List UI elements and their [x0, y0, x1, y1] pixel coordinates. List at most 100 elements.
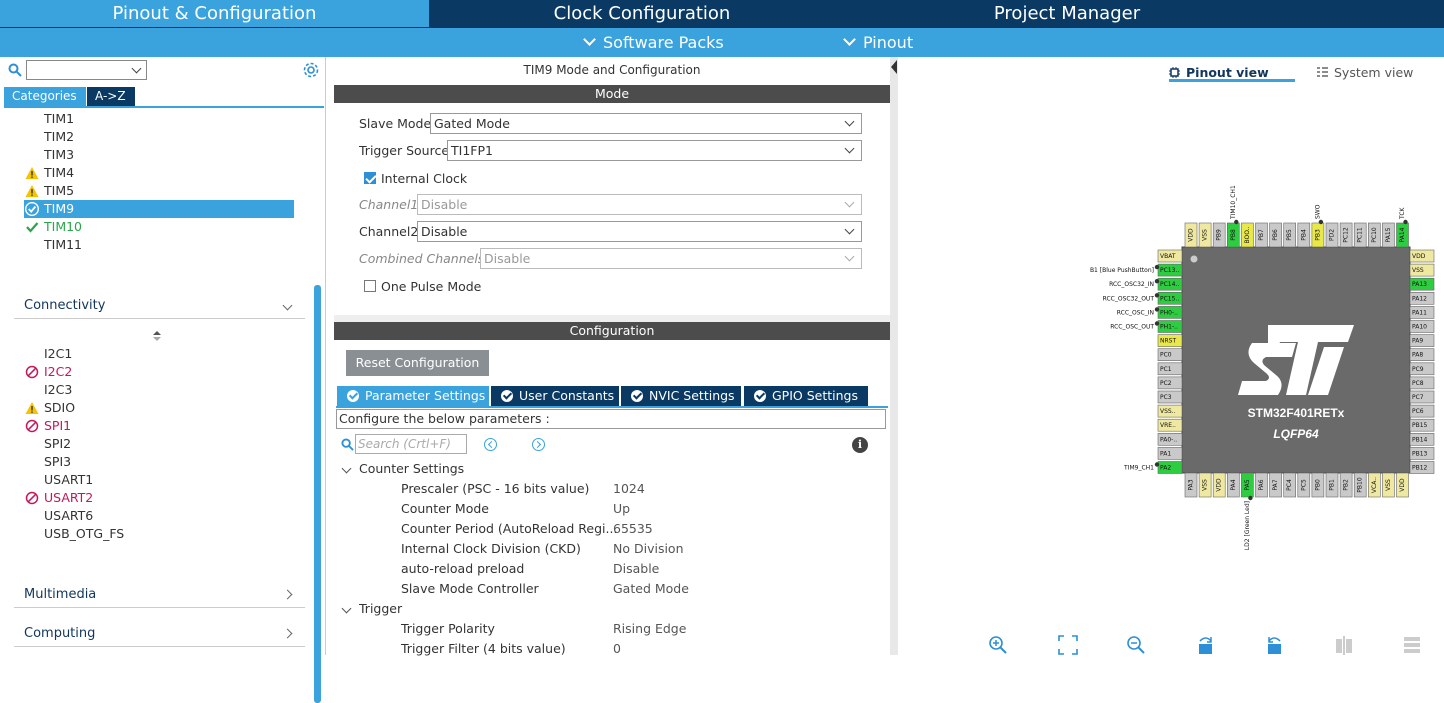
pin-label: PA7 [1272, 479, 1279, 490]
section-connectivity[interactable]: Connectivity [14, 293, 305, 319]
tab-nvic-settings[interactable]: NVIC Settings [621, 386, 741, 406]
check-circle-icon [25, 202, 39, 216]
flip-icon[interactable] [1334, 635, 1354, 655]
pin-label: PA10 [1412, 324, 1427, 331]
warning-icon [25, 167, 39, 179]
pin-label: VSS [1412, 267, 1424, 274]
select-value: TI1FP1 [451, 143, 493, 158]
one-pulse-mode-checkbox[interactable] [364, 280, 376, 292]
tab-project-manager[interactable]: Project Manager [855, 0, 1279, 27]
category-search-input[interactable] [26, 60, 147, 80]
list-item-tim11[interactable]: TIM11 [24, 236, 294, 254]
pin-marker [1154, 321, 1160, 326]
section-computing[interactable]: Computing [14, 621, 305, 647]
param-name: auto-reload preload [401, 561, 525, 576]
slave-mode-select[interactable]: Gated Mode [430, 113, 862, 134]
zoom-in-icon[interactable] [988, 635, 1008, 655]
internal-clock-checkbox[interactable] [364, 172, 376, 184]
splitter[interactable] [890, 57, 898, 655]
pin-label: VDD [1188, 228, 1195, 242]
pin-signal-label: LD2 [Green Led] [1244, 501, 1251, 550]
pin-label: PC3 [1160, 394, 1172, 401]
list-item-i2c1[interactable]: I2C1 [24, 345, 294, 363]
tab-gpio-settings[interactable]: GPIO Settings [744, 386, 868, 406]
list-item-tim3[interactable]: TIM3 [24, 146, 294, 164]
chevron-down-icon [341, 463, 352, 474]
pin-label: PB3 [1314, 229, 1321, 241]
param-row[interactable]: Trigger Filter (4 bits value) 0 [401, 639, 881, 659]
list-item-i2c2[interactable]: I2C2 [24, 363, 294, 381]
software-packs-label: Software Packs [603, 33, 724, 52]
list-item-tim5[interactable]: TIM5 [24, 182, 294, 200]
param-row[interactable]: Internal Clock Division (CKD) No Division [401, 539, 881, 559]
list-item-tim9[interactable]: TIM9 [24, 200, 294, 218]
pin-label: PA12 [1412, 295, 1427, 302]
param-row[interactable]: Prescaler (PSC - 16 bits value) 1024 [401, 479, 881, 499]
section-label: Multimedia [24, 587, 97, 602]
chevron-down-icon [843, 33, 856, 46]
software-packs-menu[interactable]: Software Packs [583, 28, 724, 57]
list-item-spi2[interactable]: SPI2 [24, 435, 294, 453]
list-item-spi3[interactable]: SPI3 [24, 453, 294, 471]
list-item-usart2[interactable]: USART2 [24, 489, 294, 507]
list-item-label: TIM1 [44, 111, 75, 126]
section-label: Connectivity [24, 298, 106, 313]
grid-icon[interactable] [1402, 635, 1422, 655]
next-result-icon[interactable] [532, 438, 545, 451]
fit-icon[interactable] [1058, 635, 1078, 655]
chevron-down-icon [583, 33, 596, 46]
pinout-menu[interactable]: Pinout [843, 28, 913, 57]
channel2-select[interactable]: Disable [417, 221, 862, 242]
pin-label: PB6 [1272, 229, 1279, 241]
rotate-left-icon[interactable] [1264, 635, 1284, 655]
list-item-usart6[interactable]: USART6 [24, 507, 294, 525]
pin-label: PB5 [1286, 229, 1293, 241]
list-item-tim2[interactable]: TIM2 [24, 128, 294, 146]
zoom-out-icon[interactable] [1126, 635, 1146, 655]
tab-parameter-settings[interactable]: Parameter Settings [337, 386, 489, 406]
gear-icon[interactable] [302, 61, 320, 79]
param-name: Counter Period (AutoReload Regi... [401, 521, 618, 536]
param-name: Trigger Filter (4 bits value) [401, 641, 566, 656]
parameter-search-input[interactable]: Search (Crtl+F) [355, 434, 467, 454]
list-item-tim1[interactable]: TIM1 [24, 110, 294, 128]
check-icon [631, 390, 643, 402]
list-item-tim10[interactable]: TIM10 [24, 218, 294, 236]
param-row[interactable]: auto-reload preload Disable [401, 559, 881, 579]
tab-pinout-configuration[interactable]: Pinout & Configuration [0, 0, 429, 27]
info-icon[interactable]: i [852, 437, 868, 453]
list-item-label: TIM9 [44, 201, 75, 216]
scrollbar[interactable] [314, 285, 321, 703]
list-item-usart1[interactable]: USART1 [24, 471, 294, 489]
param-group-trigger[interactable]: Trigger [341, 599, 402, 619]
list-item-i2c3[interactable]: I2C3 [24, 381, 294, 399]
param-row[interactable]: Counter Period (AutoReload Regi... 65535 [401, 519, 881, 539]
section-multimedia[interactable]: Multimedia [14, 582, 305, 608]
search-icon [8, 63, 22, 77]
tab-categories[interactable]: Categories [4, 87, 86, 106]
pin-label: PH0-.. [1160, 309, 1178, 316]
collapse-icon[interactable] [891, 60, 897, 74]
trigger-source-select[interactable]: TI1FP1 [447, 140, 862, 161]
pin-label: PC13.. [1160, 267, 1179, 274]
tab-clock-configuration[interactable]: Clock Configuration [430, 0, 854, 27]
tab-a-z[interactable]: A->Z [87, 87, 135, 106]
pin-marker [1154, 264, 1160, 270]
sort-icon[interactable] [152, 330, 162, 342]
previous-result-icon[interactable] [484, 438, 497, 451]
param-row[interactable]: Trigger Polarity Rising Edge [401, 619, 881, 639]
list-item-usb-otg-fs[interactable]: USB_OTG_FS [24, 525, 294, 543]
param-row[interactable]: Counter Mode Up [401, 499, 881, 519]
reset-configuration-button[interactable]: Reset Configuration [346, 350, 489, 376]
rotate-right-icon[interactable] [1196, 635, 1216, 655]
pin-signal-label: TIM9_CH1 [1123, 465, 1154, 472]
list-item-sdio[interactable]: SDIO [24, 399, 294, 417]
list-item-tim4[interactable]: TIM4 [24, 164, 294, 182]
param-group-counter-settings[interactable]: Counter Settings [341, 459, 464, 479]
param-name: Prescaler (PSC - 16 bits value) [401, 481, 590, 496]
param-row[interactable]: Slave Mode Controller Gated Mode [401, 579, 881, 599]
tab-user-constants[interactable]: User Constants [491, 386, 619, 406]
list-item-spi1[interactable]: SPI1 [24, 417, 294, 435]
pin-label: PA0-.. [1160, 436, 1177, 443]
list-item-label: SDIO [44, 400, 76, 415]
